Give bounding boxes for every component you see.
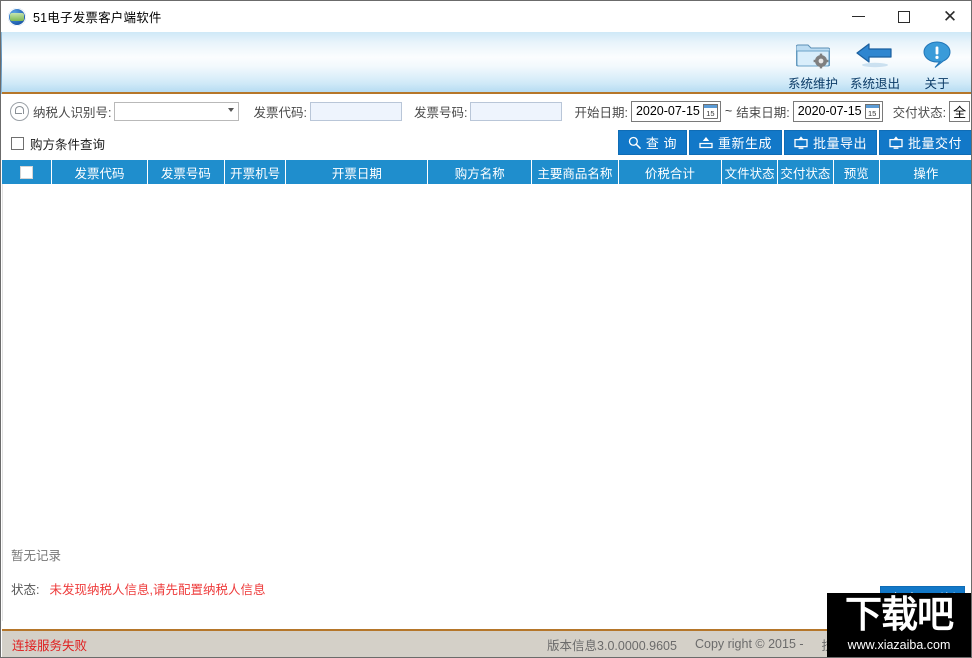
table-body: 暂无记录 状态: 未发现纳税人信息,请先配置纳税人信息 立即刷新 — [2, 184, 971, 621]
date-range-separator: ~ — [724, 104, 733, 118]
app-globe-icon — [8, 7, 26, 26]
status-label: 状态: — [11, 583, 40, 597]
buyer-condition-checkbox-wrap[interactable]: 购方条件查询 — [11, 134, 105, 153]
start-date-input[interactable]: 2020-07-15 15 — [630, 100, 721, 122]
end-date-value: 2020-07-15 — [797, 104, 862, 118]
ribbon-label-system-exit: 系统退出 — [849, 77, 900, 91]
regenerate-button[interactable]: 重新生成 — [688, 130, 782, 155]
connection-status-text: 连接服务失败 — [12, 638, 88, 653]
batch-deliver-button-label: 批量交付 — [907, 136, 962, 151]
start-date-value: 2020-07-15 — [635, 104, 700, 118]
calendar-icon[interactable]: 15 — [702, 103, 718, 119]
calendar-icon[interactable]: 15 — [864, 103, 880, 119]
table-header-label: 交付状态 — [780, 166, 831, 181]
regenerate-button-label: 重新生成 — [717, 136, 772, 151]
deliver-icon — [889, 136, 903, 149]
watermark-main-text: 下载吧 — [845, 593, 954, 636]
empty-records-text: 暂无记录 — [11, 549, 62, 563]
ribbon-items: 系统维护 系统退出 关于 — [782, 34, 968, 92]
watermark-sub-text: www.xiazaiba.com — [847, 638, 951, 652]
window-controls: ✕ — [835, 1, 971, 32]
table-header-cell-select-all[interactable] — [2, 160, 52, 184]
regenerate-icon — [699, 136, 713, 149]
invoice-code-input[interactable] — [309, 101, 402, 121]
ribbon-item-system-maintenance[interactable]: 系统维护 — [782, 34, 844, 92]
chevron-down-icon — [228, 107, 235, 112]
table-header-cell-invoice-date[interactable]: 开票日期 — [286, 160, 429, 184]
table-header-cell-total-amount[interactable]: 价税合计 — [619, 160, 723, 184]
ribbon-item-system-exit[interactable]: 系统退出 — [844, 34, 906, 92]
table-header-label: 主要商品名称 — [537, 166, 613, 181]
table-header-label: 发票号码 — [160, 166, 211, 181]
delivery-status-select[interactable]: 全 — [949, 100, 971, 122]
buyer-condition-label: 购方条件查询 — [30, 137, 106, 152]
copyright-text: Copy right © 2015 - — [694, 637, 804, 651]
ribbon-label-system-maintenance: 系统维护 — [787, 77, 838, 91]
table-header-label: 操作 — [913, 166, 939, 181]
invoice-code-label: 发票代码: — [253, 105, 307, 120]
search-button[interactable]: 查 询 — [617, 130, 687, 155]
search-button-label: 查 询 — [645, 136, 677, 151]
batch-export-button-label: 批量导出 — [812, 136, 867, 151]
start-date-label: 开始日期: — [574, 105, 628, 120]
delivery-status-value: 全 — [953, 104, 967, 120]
taxpayer-person-icon — [10, 101, 29, 121]
info-bubble-icon — [922, 37, 952, 71]
status-line: 状态: 未发现纳税人信息,请先配置纳税人信息 — [11, 579, 265, 598]
query-bar: 购方条件查询 查 询 重新生成 批量导出 批量交付 — [2, 128, 971, 158]
table-header-cell-delivery-status[interactable]: 交付状态 — [778, 160, 834, 184]
watermark-overlay: 下载吧 www.xiazaiba.com — [827, 593, 971, 657]
table-header-cell-machine-number[interactable]: 开票机号 — [225, 160, 287, 184]
filter-row: 纳税人识别号: 发票代码: 发票号码: 开始日期: 2020-07-15 15 … — [2, 96, 971, 126]
end-date-input[interactable]: 2020-07-15 15 — [792, 100, 883, 122]
search-icon — [628, 136, 641, 149]
table-header: 发票代码 发票号码 开票机号 开票日期 购方名称 主要商品名称 价税合计 文件状态 交付状态 预览… — [2, 160, 971, 184]
batch-deliver-button[interactable]: 批量交付 — [878, 130, 971, 155]
blue-left-arrow-icon — [855, 37, 895, 71]
maximize-icon — [898, 10, 910, 23]
toolbar-ribbon: 系统维护 系统退出 关于 — [2, 32, 971, 94]
delivery-status-label: 交付状态: — [892, 105, 947, 120]
batch-export-button[interactable]: 批量导出 — [783, 130, 877, 155]
taxpayer-id-select[interactable] — [114, 101, 240, 121]
table-header-cell-invoice-number[interactable]: 发票号码 — [148, 160, 225, 184]
table-header-cell-buyer-name[interactable]: 购方名称 — [428, 160, 533, 184]
table-header-label: 开票机号 — [230, 166, 281, 181]
table-header-cell-preview[interactable]: 预览 — [834, 160, 880, 184]
folder-gear-icon — [796, 37, 830, 71]
close-button[interactable]: ✕ — [927, 1, 971, 32]
close-icon: ✕ — [942, 7, 958, 26]
table-header-cell-invoice-code[interactable]: 发票代码 — [52, 160, 148, 184]
minimize-button[interactable] — [835, 1, 881, 32]
table-header-label: 预览 — [843, 166, 869, 181]
maximize-button[interactable] — [881, 1, 927, 32]
table-header-label: 发票代码 — [74, 166, 125, 181]
buyer-condition-checkbox[interactable] — [11, 136, 24, 150]
application-window: 51电子发票客户端软件 ✕ 系统维护 系统退出 关于 纳税人识别号: 发票代码:… — [0, 0, 972, 658]
select-all-checkbox[interactable] — [19, 165, 33, 179]
table-header-cell-file-status[interactable]: 文件状态 — [722, 160, 779, 184]
table-header-label: 开票日期 — [331, 166, 382, 181]
export-icon — [794, 136, 808, 149]
taxpayer-id-label: 纳税人识别号: — [33, 105, 112, 120]
invoice-number-input[interactable] — [470, 101, 563, 121]
table-header-cell-main-goods-name[interactable]: 主要商品名称 — [532, 160, 619, 184]
table-header-cell-operation[interactable]: 操作 — [880, 160, 971, 184]
status-message: 未发现纳税人信息,请先配置纳税人信息 — [49, 583, 266, 597]
window-title: 51电子发票客户端软件 — [33, 11, 162, 25]
ribbon-label-about: 关于 — [924, 77, 950, 91]
ribbon-item-about[interactable]: 关于 — [906, 34, 968, 92]
version-text: 版本信息3.0.0000.9605 — [547, 638, 677, 653]
invoice-number-label: 发票号码: — [413, 105, 468, 120]
calendar-day-number: 15 — [706, 108, 715, 118]
table-header-label: 价税合计 — [644, 166, 695, 181]
end-date-label: 结束日期: — [736, 105, 790, 120]
title-bar: 51电子发票客户端软件 ✕ — [1, 1, 971, 33]
calendar-day-number: 15 — [867, 108, 877, 118]
table-header-label: 文件状态 — [724, 166, 775, 181]
minimize-icon — [851, 16, 865, 17]
action-button-group: 查 询 重新生成 批量导出 批量交付 — [617, 130, 971, 155]
table-header-label: 购方名称 — [454, 166, 505, 181]
